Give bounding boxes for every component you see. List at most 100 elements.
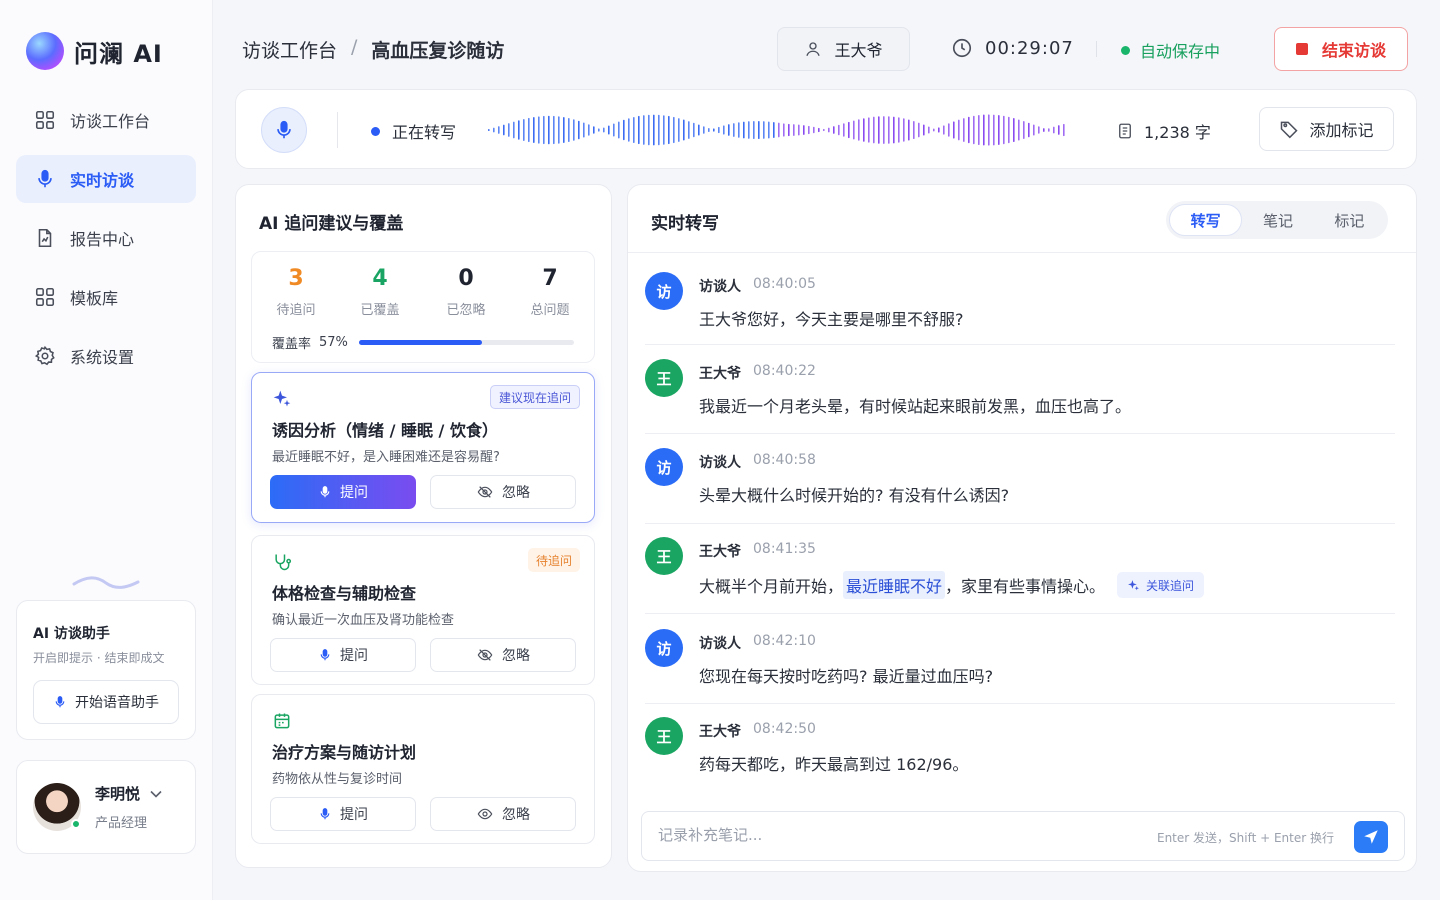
highlighted-phrase[interactable]: 最近睡眠不好 [843,571,946,599]
assistant-title: AI 访谈助手 [33,626,110,642]
message-text: 大概半个月前开始， 最近睡眠不好 ，家里有些事情操心。 关联追问 [699,571,1205,599]
tab-notes[interactable]: 笔记 [1242,204,1313,236]
waveform-bar [638,115,640,145]
timer-value: 00:29:07 [985,37,1074,59]
waveform-bar [948,123,950,137]
transcript-message: 王 王大爷 08:42:50 药每天都吃，昨天最高到过 162/96。 [645,717,1395,777]
waveform-bar [858,119,860,141]
waveform-bar [558,116,560,144]
sidebar: 问澜 AI 访谈工作台 实时访谈 报告中心 模板库 系统设置 AI 访谈助手 开… [0,0,213,900]
waveform-bar [508,123,510,137]
start-voice-assistant-button[interactable]: 开始语音助手 [33,680,179,724]
tab-marks[interactable]: 标记 [1314,204,1385,236]
ask-label: 提问 [340,807,368,823]
sidebar-item-reports[interactable]: 报告中心 [16,214,196,262]
speaker-avatar: 王 [645,537,683,575]
ask-button[interactable]: 提问 [270,475,416,509]
speaker-avatar: 王 [645,717,683,755]
question-desc: 最近睡眠不好，是入睡困难还是容易醒? [272,450,500,465]
speaker-name: 王大爷 [699,544,741,560]
waveform-bar [513,121,515,139]
tab-transcript[interactable]: 转写 [1169,204,1243,236]
autosave-dot [1121,45,1130,55]
waveform-bar [773,122,775,138]
ask-label: 提问 [340,648,368,664]
waveform-bar [788,123,790,137]
logo[interactable]: 问澜 AI [26,32,163,70]
ai-suggestion-panel: AI 追问建议与覆盖 3 待追问 4 已覆盖 0 已忽略 7 总问题 覆盖率 5… [235,184,612,868]
report-icon [38,228,52,248]
user-icon [806,42,821,56]
waveform-bar [633,116,635,144]
waveform-bar [568,118,570,142]
message-time: 08:41:35 [753,541,816,557]
waveform-bar [983,114,985,146]
logo-text: 问澜 AI [74,39,163,68]
ignore-button[interactable]: 忽略 [430,797,576,831]
recording-dot [371,126,380,136]
input-hint: Enter 发送，Shift + Enter 换行 [1156,831,1334,845]
ask-button[interactable]: 提问 [270,638,416,672]
waveform-bar [823,128,825,132]
sidebar-item-templates[interactable]: 模板库 [16,273,196,321]
mic-toggle-button[interactable] [261,107,307,153]
stop-icon [1295,43,1308,55]
waveform-bar [533,117,535,143]
message-text: 头晕大概什么时候开始的? 有没有什么诱因? [699,486,1010,505]
waveform-bar [778,122,780,138]
speaker-name: 访谈人 [699,279,741,295]
waveform-bar [913,120,915,140]
waveform-bar [863,118,865,142]
waveform-bar [653,114,655,146]
breadcrumb-separator: / [351,36,358,58]
ask-button[interactable]: 提问 [270,797,416,831]
send-button[interactable] [1354,821,1388,853]
ignore-button[interactable]: 忽略 [430,475,576,509]
waveform-bar [763,121,765,139]
speaker-avatar: 王 [645,359,683,397]
waveform-bar [1028,122,1030,138]
gear-icon [34,345,55,366]
waveform-bar [603,127,605,133]
coverage-rate: 覆盖率 57% [272,333,348,352]
sidebar-item-live-interview[interactable]: 实时访谈 [16,155,196,203]
chevron-down-icon[interactable] [150,790,162,798]
transcript-message: 访 访谈人 08:40:05 王大爷您好，今天主要是哪里不舒服? [645,272,1395,332]
patient-chip[interactable]: 王大爷 [777,27,910,71]
user-profile-card[interactable]: 李明悦 产品经理 [16,760,196,854]
sidebar-item-label: 系统设置 [70,348,135,367]
breadcrumb-root[interactable]: 访谈工作台 [242,36,337,63]
coverage-progress-bar [359,340,574,345]
note-input[interactable] [658,826,1118,844]
sidebar-item-workbench[interactable]: 访谈工作台 [16,96,196,144]
linked-followup-tag[interactable]: 关联追问 [1117,572,1205,598]
add-mark-button[interactable]: 添加标记 [1259,107,1394,151]
speaker-name: 访谈人 [699,636,741,652]
assistant-button-label: 开始语音助手 [75,695,159,711]
waveform-bar [713,128,715,132]
ignore-button[interactable]: 忽略 [430,638,576,672]
waveform-bar [883,116,885,144]
waveform-bar [1063,123,1065,137]
stat-value: 7 [542,266,558,291]
breadcrumb: 访谈工作台 / 高血压复诊随访 [242,36,504,63]
divider [645,344,1395,345]
end-interview-button[interactable]: 结束访谈 [1274,27,1408,71]
online-status-dot [71,819,81,829]
waveform-bar [493,127,495,133]
ai-assistant-card: AI 访谈助手 开启即提示 · 结束即成文 开始语音助手 [16,600,196,740]
waveform-bar [648,114,650,146]
waveform-bar [953,121,955,139]
waveform-bar [943,125,945,135]
divider [645,703,1395,704]
sidebar-item-settings[interactable]: 系统设置 [16,332,196,380]
waveform-bar [878,116,880,144]
question-card: 治疗方案与随访计划 药物依从性与复诊时间 提问 忽略 [251,694,595,844]
sidebar-item-label: 报告中心 [70,230,135,249]
waveform-bar [523,119,525,141]
stat-pending: 3 待追问 [256,266,336,318]
transcript-message: 王 王大爷 08:41:35 大概半个月前开始， 最近睡眠不好 ，家里有些事情操心。 … [645,537,1395,599]
waveform-bar [683,119,685,141]
message-time: 08:42:10 [753,633,816,649]
waveform-bar [1023,121,1025,139]
